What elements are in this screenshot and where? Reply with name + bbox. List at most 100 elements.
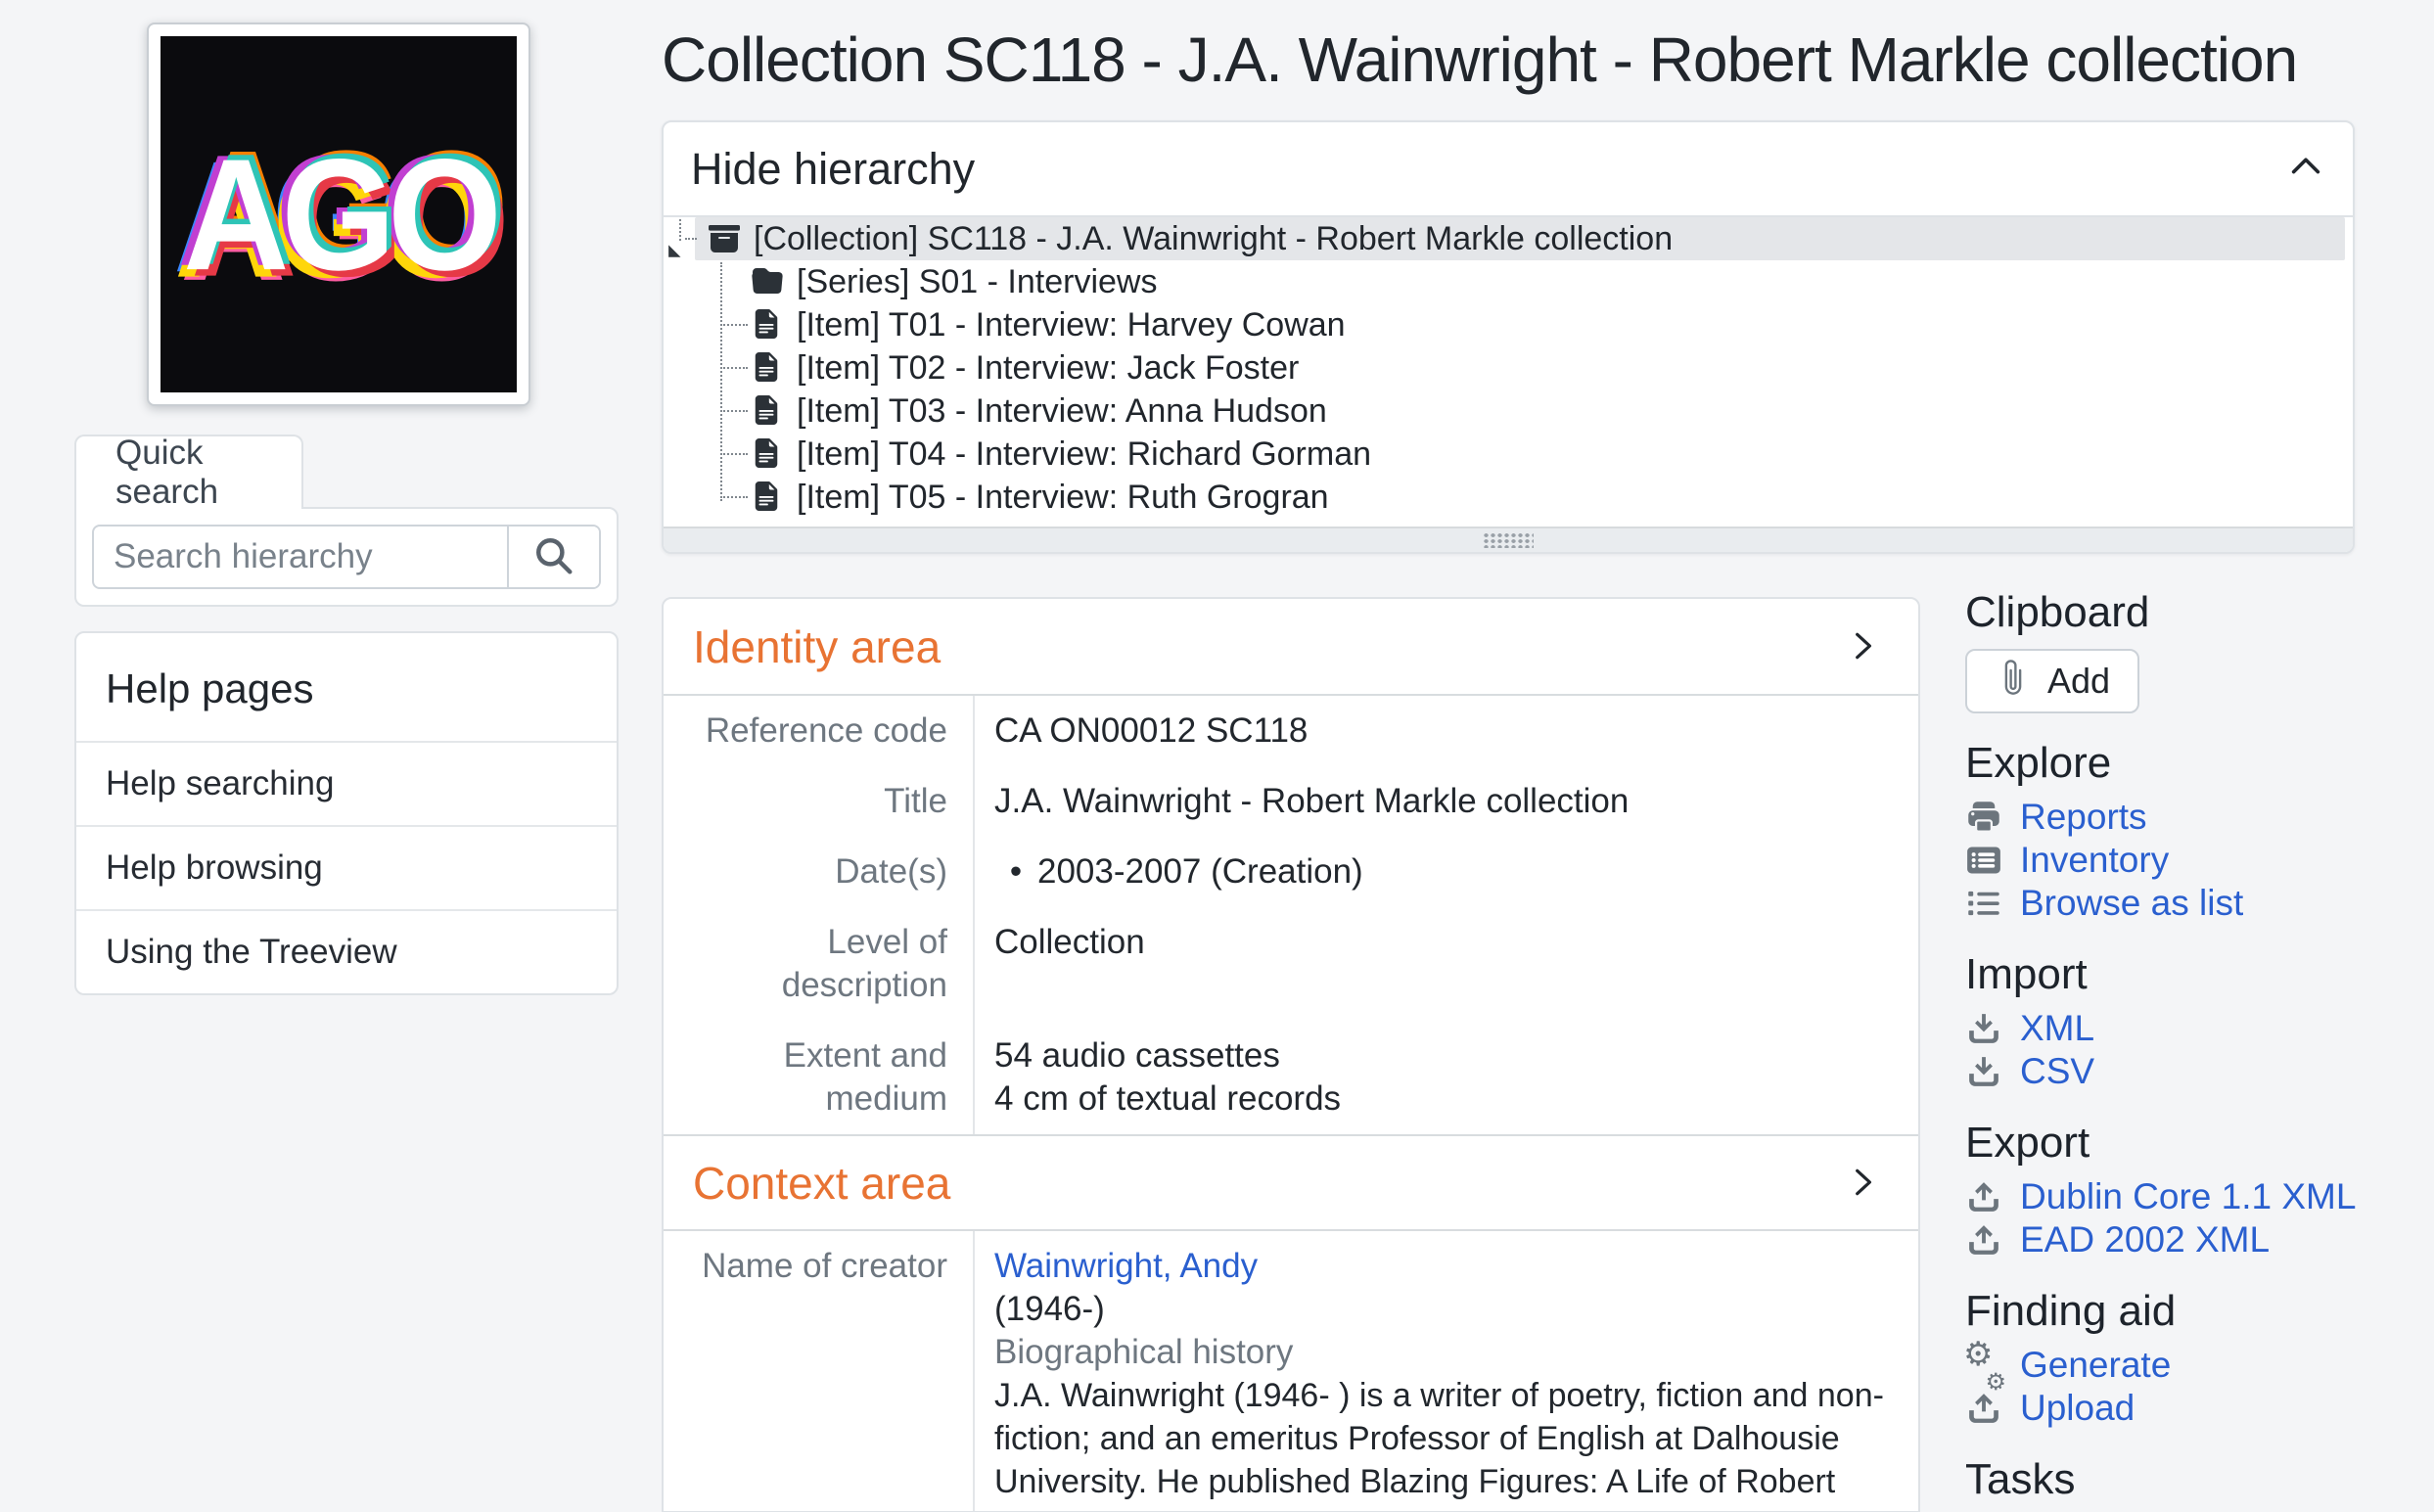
field-value: CA ON00012 SC118	[973, 710, 1918, 753]
caret-open-icon[interactable]	[667, 230, 685, 248]
tree-node-item-t03[interactable]: [Item] T03 - Interview: Anna Hudson	[664, 389, 2353, 433]
hierarchy-panel: Hide hierarchy [Collection] SC118 - J.A.…	[662, 120, 2355, 554]
identity-area-heading: Identity area	[693, 620, 941, 673]
download-icon	[1965, 1010, 2002, 1047]
link-inventory[interactable]: Inventory	[1965, 839, 2425, 882]
help-item-browsing[interactable]: Help browsing	[76, 825, 617, 909]
tree-resize-handle[interactable]	[664, 527, 2353, 552]
search-icon	[533, 535, 574, 579]
quick-search-panel	[74, 507, 619, 607]
context-sidebar: Clipboard Add Explore Reports	[1965, 588, 2425, 1504]
file-text-icon	[752, 438, 783, 470]
field-value: 54 audio cassettes 4 cm of textual recor…	[973, 1034, 1918, 1121]
link-export-ead[interactable]: EAD 2002 XML	[1965, 1218, 2425, 1261]
tree-node-series[interactable]: [Series] S01 - Interviews	[664, 260, 2353, 303]
chevron-right-icon	[1846, 620, 1879, 673]
link-reports[interactable]: Reports	[1965, 796, 2425, 839]
field-row-creator: Name of creator Wainwright, Andy (1946-)…	[664, 1231, 1918, 1512]
link-generate-finding-aid[interactable]: ⚙⚙ Generate	[1965, 1344, 2425, 1387]
archive-icon	[709, 223, 740, 254]
export-heading: Export	[1965, 1119, 2425, 1168]
bio-history-label: Biographical history	[994, 1331, 1889, 1374]
section-identity-area[interactable]: Identity area	[664, 599, 1918, 694]
link-import-csv[interactable]: CSV	[1965, 1050, 2425, 1093]
help-pages-panel: Help pages Help searching Help browsing …	[74, 631, 619, 995]
tree-node-item-t01[interactable]: [Item] T01 - Interview: Harvey Cowan	[664, 303, 2353, 346]
hide-hierarchy-label: Hide hierarchy	[691, 144, 975, 195]
import-links: XML CSV	[1965, 1007, 2425, 1093]
link-upload-finding-aid[interactable]: Upload	[1965, 1387, 2425, 1430]
page-title: Collection SC118 - J.A. Wainwright - Rob…	[662, 25, 2384, 94]
tree-node-collection[interactable]: [Collection] SC118 - J.A. Wainwright - R…	[695, 217, 2345, 260]
paperclip-icon	[1995, 659, 2032, 705]
search-input-group	[92, 525, 601, 589]
field-value: Wainwright, Andy (1946-) Biographical hi…	[973, 1245, 1918, 1512]
tree-node-label: [Item] T05 - Interview: Ruth Grogran	[797, 479, 1329, 517]
folder-icon	[752, 266, 783, 298]
help-item-treeview[interactable]: Using the Treeview	[76, 909, 617, 993]
import-csv-link-label: CSV	[2020, 1051, 2094, 1092]
inventory-link-label: Inventory	[2020, 840, 2169, 881]
field-divider	[973, 1231, 975, 1512]
explore-links: Reports Inventory	[1965, 796, 2425, 925]
search-input[interactable]	[94, 527, 507, 587]
add-button-label: Add	[2047, 661, 2110, 702]
file-text-icon	[752, 309, 783, 341]
context-area-heading: Context area	[693, 1157, 950, 1210]
creator-link[interactable]: Wainwright, Andy	[994, 1247, 1258, 1285]
hide-hierarchy-toggle[interactable]: Hide hierarchy	[664, 122, 2353, 217]
tasks-heading: Tasks	[1965, 1455, 2425, 1504]
tree-node-item-t04[interactable]: [Item] T04 - Interview: Richard Gorman	[664, 433, 2353, 476]
field-label: Extent and medium	[664, 1034, 973, 1121]
field-row-level: Level of description Collection	[664, 907, 1918, 1021]
ago-logo: AGO	[147, 23, 530, 406]
file-text-icon	[752, 395, 783, 427]
tree-node-label: [Item] T04 - Interview: Richard Gorman	[797, 435, 1371, 474]
finding-aid-links: ⚙⚙ Generate Upload	[1965, 1344, 2425, 1430]
identity-fields: Reference code CA ON00012 SC118 Title J.…	[664, 694, 1918, 1134]
file-text-icon	[752, 352, 783, 384]
help-item-searching[interactable]: Help searching	[76, 741, 617, 825]
field-row-reference-code: Reference code CA ON00012 SC118	[664, 696, 1918, 766]
browse-as-list-link-label: Browse as list	[2020, 883, 2243, 924]
export-ead-link-label: EAD 2002 XML	[2020, 1219, 2270, 1260]
tab-quick-search[interactable]: Quick search	[74, 435, 303, 509]
link-export-dublin-core[interactable]: Dublin Core 1.1 XML	[1965, 1175, 2425, 1218]
tree-node-item-t05[interactable]: [Item] T05 - Interview: Ruth Grogran	[664, 476, 2353, 519]
upload-link-label: Upload	[2020, 1388, 2135, 1429]
file-text-icon	[752, 481, 783, 513]
ago-logo-image: AGO	[161, 36, 517, 392]
bullet-icon: •	[994, 850, 1037, 893]
import-xml-link-label: XML	[2020, 1008, 2094, 1049]
finding-aid-heading: Finding aid	[1965, 1287, 2425, 1336]
tree-line	[685, 238, 697, 240]
grip-icon	[1483, 532, 1534, 548]
field-label: Name of creator	[664, 1245, 973, 1512]
search-button[interactable]	[507, 527, 599, 587]
description-panel: Identity area Reference code CA ON00012 …	[662, 597, 1920, 1512]
tree-node-label: [Item] T01 - Interview: Harvey Cowan	[797, 306, 1346, 344]
extent-line-1: 54 audio cassettes	[994, 1034, 1889, 1077]
quick-search-tab-label: Quick search	[115, 434, 301, 512]
field-divider	[973, 696, 975, 1134]
link-browse-as-list[interactable]: Browse as list	[1965, 882, 2425, 925]
printer-icon	[1965, 799, 2002, 836]
upload-icon	[1965, 1178, 2002, 1215]
field-label: Date(s)	[664, 850, 973, 893]
clipboard-add-button[interactable]: Add	[1965, 649, 2139, 713]
section-context-area[interactable]: Context area	[664, 1134, 1918, 1229]
help-pages-title: Help pages	[76, 633, 617, 741]
link-import-xml[interactable]: XML	[1965, 1007, 2425, 1050]
field-row-dates: Date(s) • 2003-2007 (Creation)	[664, 837, 1918, 907]
tree-line	[720, 262, 722, 501]
chevron-up-icon	[2288, 144, 2323, 195]
field-value: Collection	[973, 921, 1918, 1007]
export-dublin-core-link-label: Dublin Core 1.1 XML	[2020, 1176, 2356, 1217]
date-value: 2003-2007 (Creation)	[1037, 850, 1363, 893]
tree-line	[720, 367, 748, 369]
extent-line-2: 4 cm of textual records	[994, 1077, 1889, 1121]
tree-node-label: [Item] T02 - Interview: Jack Foster	[797, 349, 1299, 388]
tree-node-label: [Series] S01 - Interviews	[797, 263, 1157, 301]
tree-node-item-t02[interactable]: [Item] T02 - Interview: Jack Foster	[664, 346, 2353, 389]
import-heading: Import	[1965, 950, 2425, 999]
